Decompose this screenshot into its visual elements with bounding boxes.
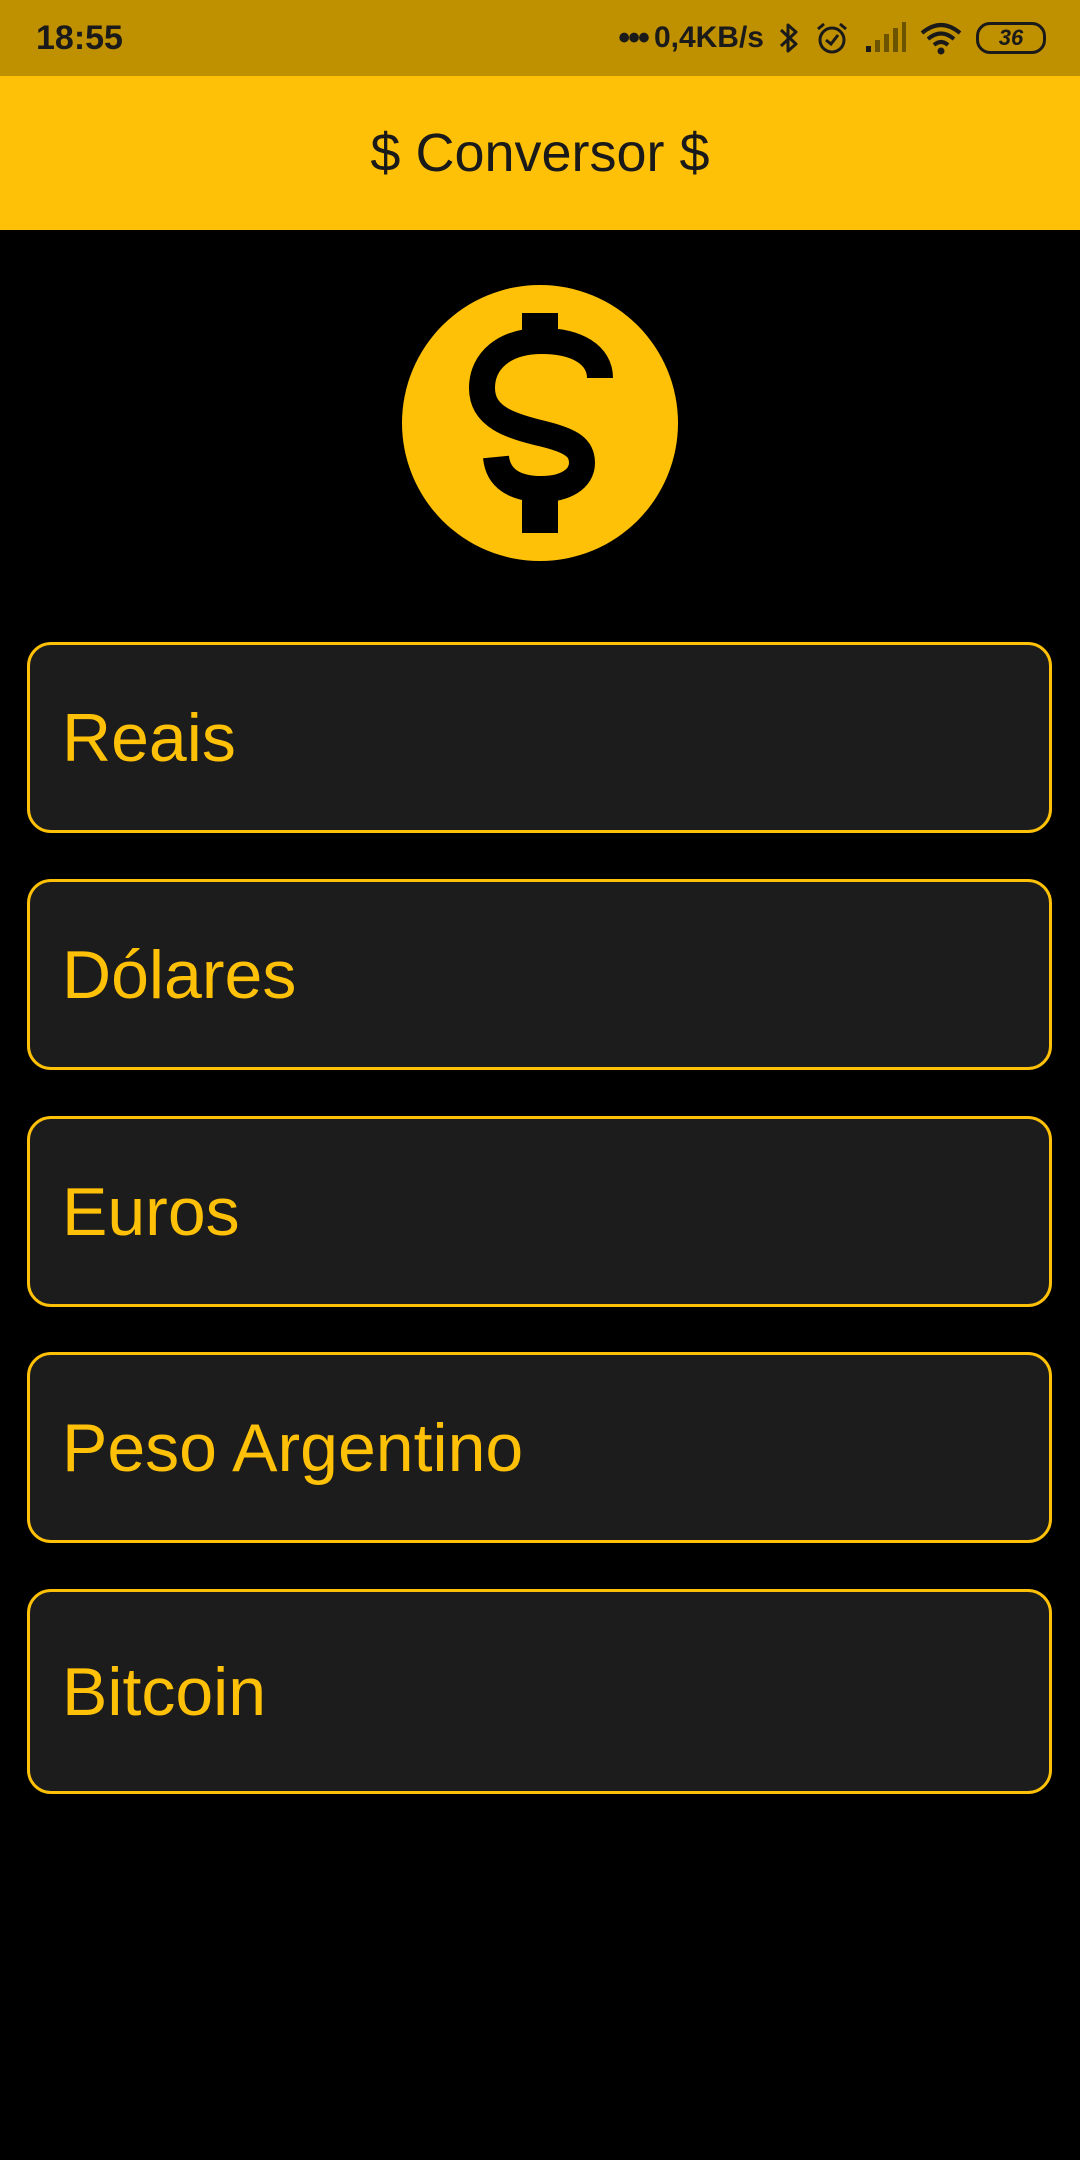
option-label: Reais xyxy=(62,699,236,776)
battery-icon: 36 xyxy=(976,22,1046,54)
status-bar: 18:55 ••• 0,4KB/s 36 xyxy=(0,0,1080,76)
notification-dots: ••• xyxy=(618,19,650,57)
option-peso-argentino[interactable]: Peso Argentino xyxy=(27,1352,1052,1543)
bluetooth-icon xyxy=(778,21,800,55)
option-label: Peso Argentino xyxy=(62,1409,524,1486)
page-title: $ Conversor $ xyxy=(370,123,710,183)
dollar-coin-icon xyxy=(402,285,678,561)
option-reais[interactable]: Reais xyxy=(27,642,1052,833)
option-dolares[interactable]: Dólares xyxy=(27,879,1052,1070)
status-time: 18:55 xyxy=(36,19,123,57)
option-label: Euros xyxy=(62,1173,240,1250)
option-label: Dólares xyxy=(62,936,297,1013)
app-bar: $ Conversor $ xyxy=(0,76,1080,230)
option-euros[interactable]: Euros xyxy=(27,1116,1052,1307)
signal-icon xyxy=(864,22,906,54)
wifi-icon xyxy=(920,21,962,55)
alarm-icon xyxy=(814,20,850,56)
status-indicators: ••• 0,4KB/s 36 xyxy=(618,16,1046,60)
option-bitcoin[interactable]: Bitcoin xyxy=(27,1589,1052,1794)
option-label: Bitcoin xyxy=(62,1653,267,1730)
network-speed: 0,4KB/s xyxy=(653,21,764,54)
